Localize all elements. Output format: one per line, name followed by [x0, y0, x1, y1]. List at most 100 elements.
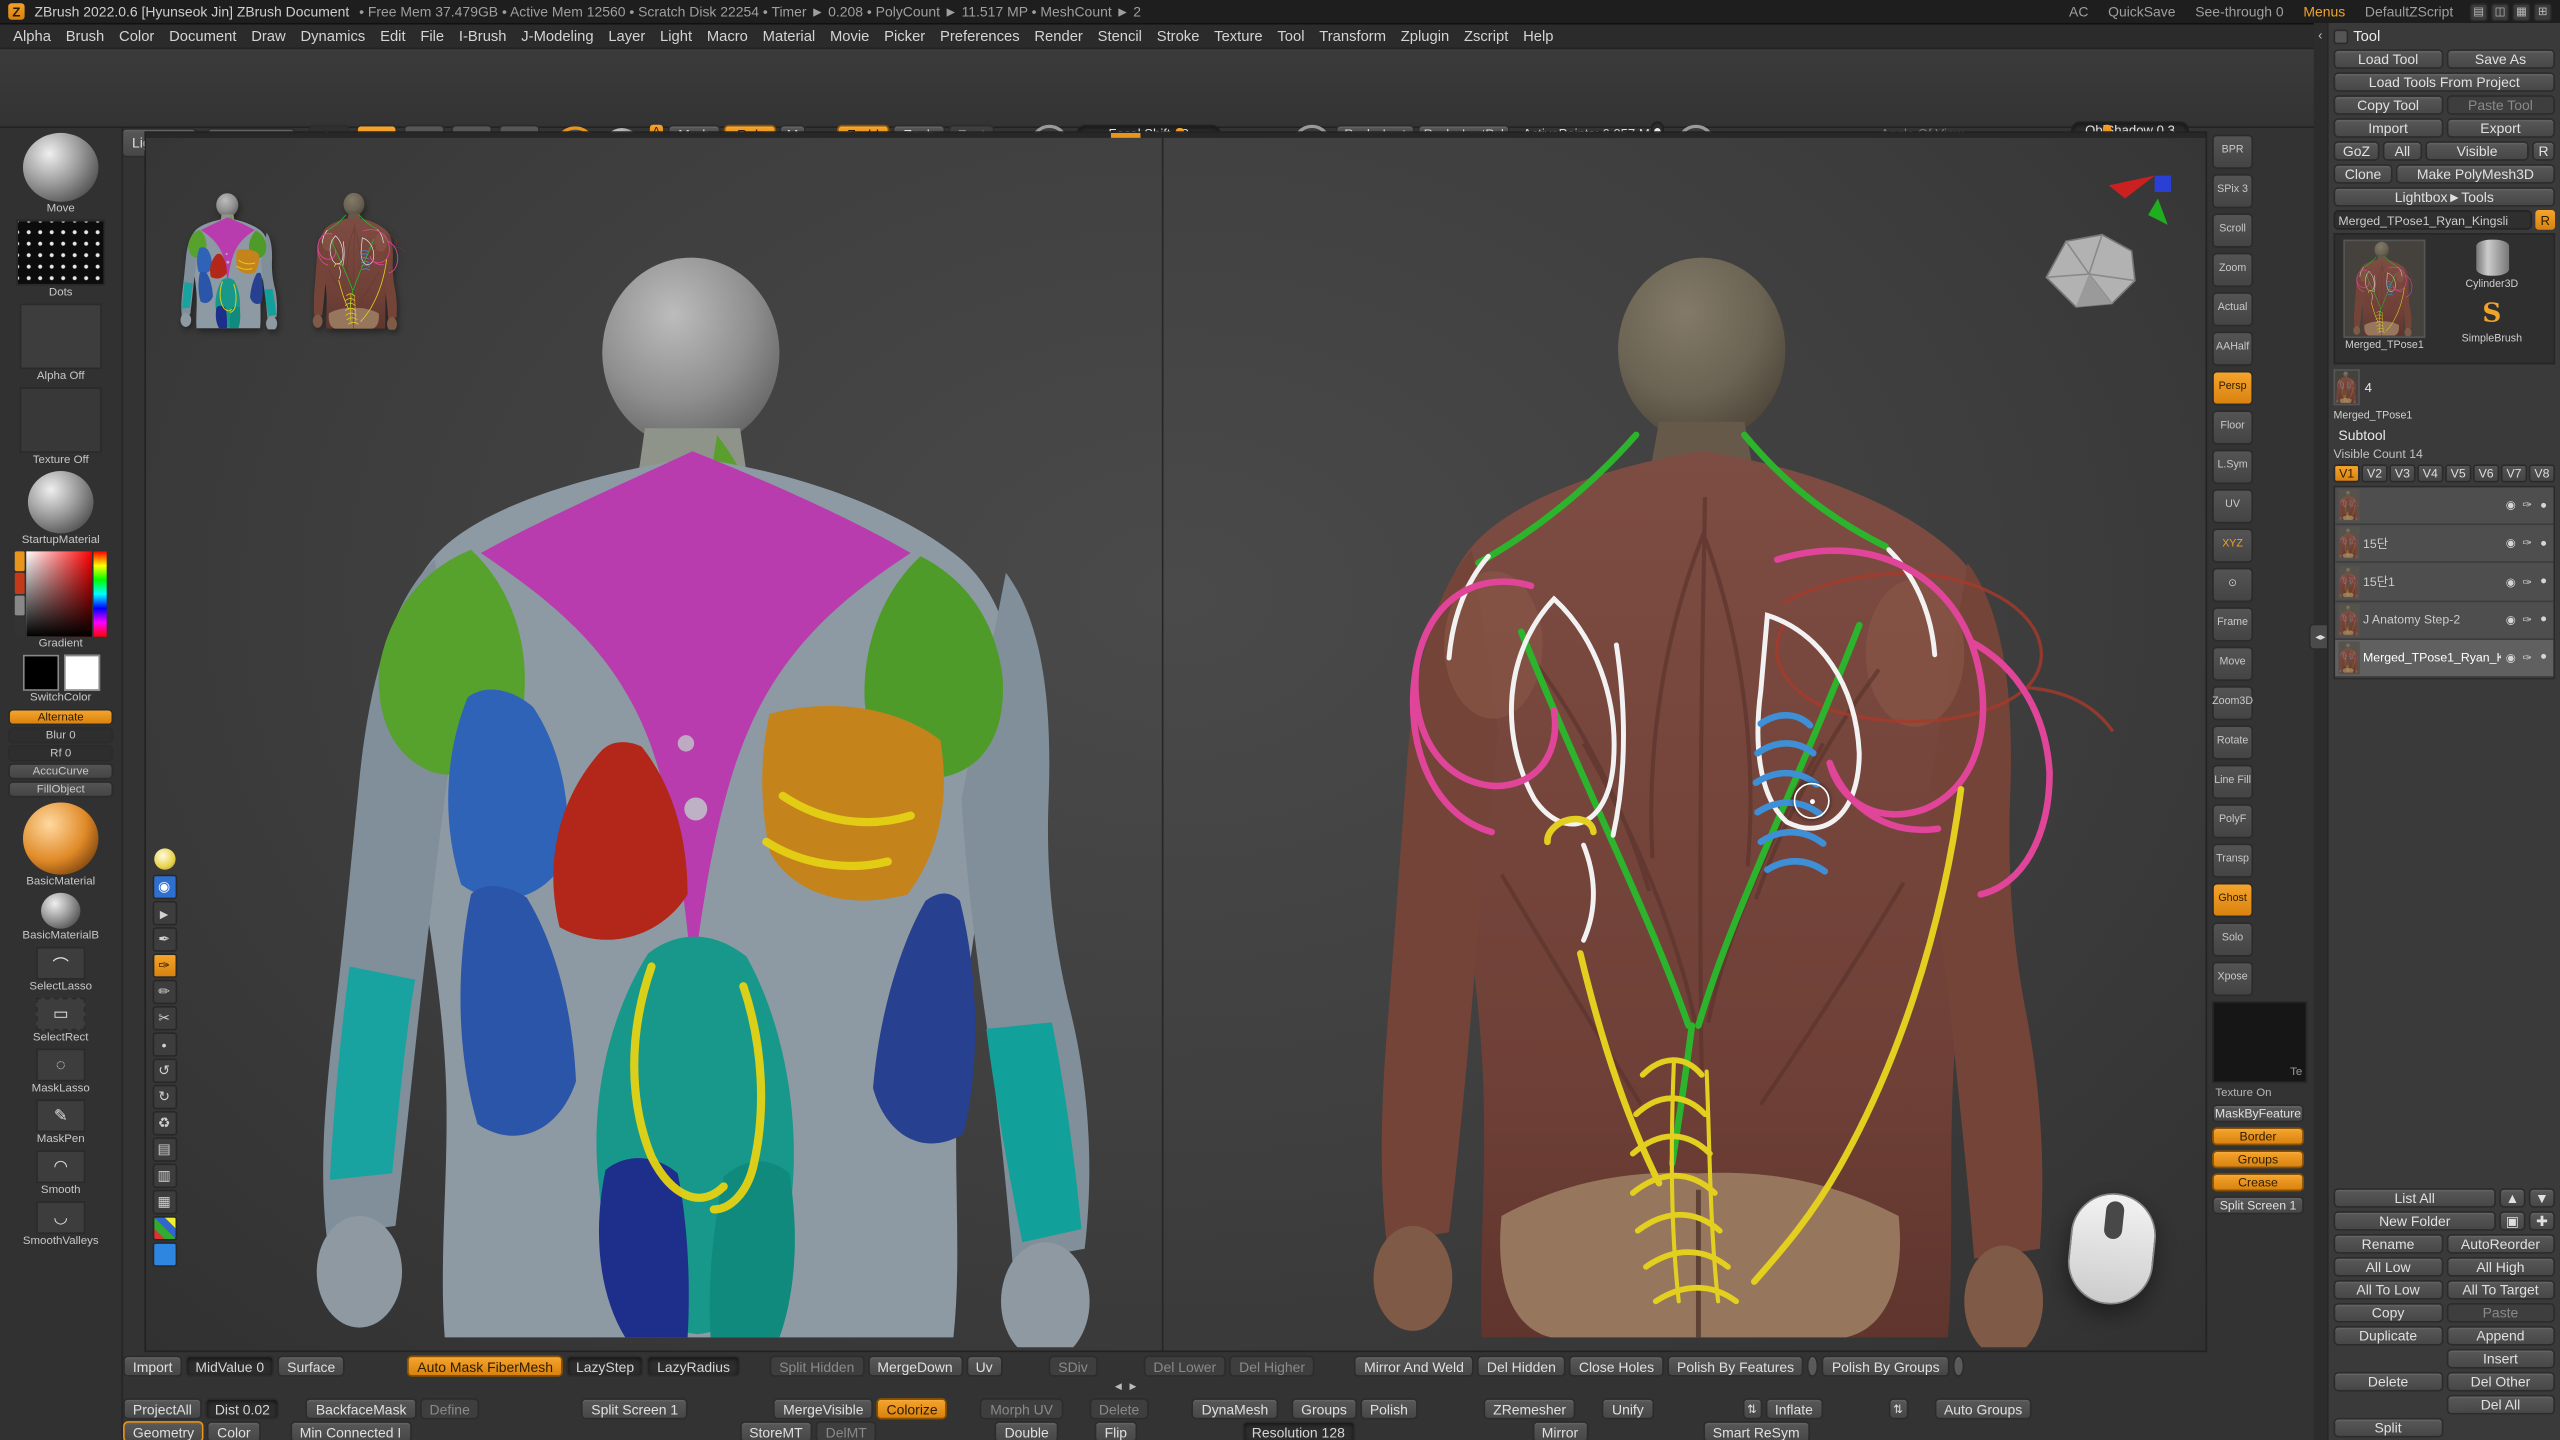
subtool-row[interactable]: ◉ ✑ ● — [2335, 487, 2553, 525]
bottom3-min-connected-i[interactable]: Min Connected I — [290, 1421, 411, 1440]
goz-all-button[interactable]: All — [2383, 141, 2422, 161]
titlebar-icon-3[interactable]: ▦ — [2512, 2, 2530, 20]
titlebar-icon-2[interactable]: ◫ — [2491, 2, 2509, 20]
color-picker[interactable] — [15, 551, 107, 636]
menu-item-layer[interactable]: Layer — [608, 28, 645, 44]
menu-item-tool[interactable]: Tool — [1277, 28, 1304, 44]
active-tool-thumbnail[interactable]: Merged_TPose1 — [2340, 240, 2429, 358]
alternate-button[interactable]: Alternate — [8, 709, 113, 725]
menu-item-j-modeling[interactable]: J-Modeling — [521, 28, 593, 44]
color-grid-swatch[interactable] — [152, 1216, 177, 1241]
bottom2-auto-groups[interactable]: Auto Groups — [1934, 1398, 2032, 1419]
eye-icon[interactable]: ◉ — [2504, 537, 2517, 550]
canvas-top-scrollbar[interactable] — [146, 133, 2205, 138]
quicksave-button[interactable]: QuickSave — [2102, 3, 2183, 19]
uv-button[interactable]: Uv — [966, 1355, 1003, 1376]
select-rect-icon[interactable]: ▭ — [36, 998, 85, 1031]
mirror-and-weld-button[interactable]: Mirror And Weld — [1354, 1355, 1473, 1376]
polyframe-button[interactable]: PolyF — [2212, 804, 2253, 838]
marker-button[interactable]: ✑ — [152, 953, 177, 978]
sculpt-toggle-icon[interactable]: ● — [2537, 652, 2550, 663]
make-polymesh3d-button[interactable]: Make PolyMesh3D — [2396, 164, 2555, 184]
subtool-button-del-all[interactable]: Del All — [2446, 1395, 2555, 1415]
texture-off-thumbnail[interactable] — [20, 387, 102, 453]
menu-item-texture[interactable]: Texture — [1214, 28, 1262, 44]
folder-icon-button[interactable]: ▣ — [2499, 1211, 2525, 1231]
subtool-row[interactable]: 15단 ◉ ✑ ● — [2335, 525, 2553, 563]
scroll-button[interactable]: Scroll — [2212, 213, 2253, 247]
basic-material-b-thumbnail[interactable] — [41, 893, 80, 929]
simplebrush-icon[interactable]: S — [2474, 294, 2510, 330]
subtool-up-button[interactable]: ▲ — [2499, 1188, 2525, 1208]
bottom2-[interactable]: ⇅ — [1742, 1398, 1761, 1419]
del-lower-button[interactable]: Del Lower — [1144, 1355, 1227, 1376]
subtool-button-paste[interactable]: Paste — [2446, 1303, 2555, 1323]
light-bulb-icon[interactable] — [153, 848, 174, 869]
aahalf-button[interactable]: AAHalf — [2212, 331, 2253, 365]
recent-tool-row[interactable]: 4 — [2334, 368, 2556, 407]
subtool-row[interactable]: J Anatomy Step-2 ◉ ✑ ● — [2335, 602, 2553, 640]
split-screen-button[interactable]: Split Screen 1 — [2212, 1196, 2304, 1214]
bottom2-inflate[interactable]: Inflate — [1765, 1398, 1823, 1419]
subtool-tab-v5[interactable]: V5 — [2445, 464, 2471, 482]
accucurve-button[interactable]: AccuCurve — [8, 763, 113, 779]
menu-item-material[interactable]: Material — [763, 28, 816, 44]
spix-slider[interactable]: SPix 3 — [2212, 174, 2253, 208]
knife-button[interactable]: ✂ — [152, 1006, 177, 1031]
polish-by-features-button[interactable]: Polish By Features — [1667, 1355, 1804, 1376]
transparency-button[interactable]: Transp — [2212, 843, 2253, 877]
bottom2-zremesher[interactable]: ZRemesher — [1483, 1398, 1576, 1419]
subtool-button-del-other[interactable]: Del Other — [2446, 1372, 2555, 1392]
polish-by-groups-button[interactable]: Polish By Groups — [1822, 1355, 1949, 1376]
bottom3-mirror[interactable]: Mirror — [1532, 1421, 1588, 1440]
import-button[interactable]: Import — [123, 1355, 182, 1376]
sculpt-toggle-icon[interactable]: ● — [2537, 576, 2550, 587]
groups-button[interactable]: Groups — [2212, 1150, 2304, 1168]
mask-by-feature-button[interactable]: MaskByFeature — [2212, 1104, 2304, 1122]
bottom2-backfacemask[interactable]: BackfaceMask — [306, 1398, 416, 1419]
subtool-button-delete[interactable]: Delete — [2334, 1372, 2443, 1392]
titlebar-icon-4[interactable]: ⊞ — [2534, 2, 2552, 20]
copy-tool-button[interactable]: Copy Tool — [2334, 95, 2443, 115]
see-through-slider[interactable]: See-through 0 — [2189, 3, 2291, 19]
subtool-tab-v8[interactable]: V8 — [2529, 464, 2555, 482]
lazyradius-slider[interactable]: LazyRadius — [647, 1355, 740, 1376]
crease-button[interactable]: Crease — [2212, 1173, 2304, 1191]
del-higher-button[interactable]: Del Higher — [1229, 1355, 1315, 1376]
ac-indicator[interactable]: AC — [2062, 3, 2095, 19]
smooth-brush-thumbnail[interactable]: ◠ — [36, 1150, 85, 1183]
visibility-eye-button[interactable]: ◉ — [152, 875, 177, 900]
subtool-button-all-high[interactable]: All High — [2446, 1257, 2555, 1277]
import-tool-button[interactable]: Import — [2334, 118, 2443, 138]
reference-thumbnail-ecorche[interactable] — [307, 192, 409, 330]
actual-button[interactable]: Actual — [2212, 292, 2253, 326]
pen-button[interactable]: ✒ — [152, 927, 177, 952]
menu-item-stroke[interactable]: Stroke — [1157, 28, 1200, 44]
subtool-button-all-low[interactable]: All Low — [2334, 1257, 2443, 1277]
lightbox-tools-button[interactable]: Lightbox►Tools — [2334, 187, 2556, 207]
goz-r-button[interactable]: R — [2532, 141, 2555, 161]
current-tool-r-badge[interactable]: R — [2535, 210, 2555, 230]
subtool-section-header[interactable]: Subtool — [2334, 425, 2556, 443]
bottom2-polish[interactable]: Polish — [1360, 1398, 1418, 1419]
paint-toggle-icon[interactable]: ✑ — [2521, 613, 2534, 626]
redo-button[interactable]: ↻ — [152, 1085, 177, 1110]
subtool-button-copy[interactable]: Copy — [2334, 1303, 2443, 1323]
subtool-button-insert[interactable]: Insert — [2446, 1349, 2555, 1369]
axis-orientation-widget[interactable] — [2109, 176, 2171, 235]
menu-item-zplugin[interactable]: Zplugin — [1401, 28, 1449, 44]
eye-icon[interactable]: ◉ — [2504, 499, 2517, 512]
midvalue-slider[interactable]: MidValue 0 — [186, 1355, 274, 1376]
menu-item-color[interactable]: Color — [119, 28, 154, 44]
eye-icon[interactable]: ◉ — [2504, 613, 2517, 626]
subtool-button-all-to-low[interactable]: All To Low — [2334, 1280, 2443, 1300]
menu-item-preferences[interactable]: Preferences — [940, 28, 1020, 44]
subtool-tab-v3[interactable]: V3 — [2389, 464, 2415, 482]
subtool-button-duplicate[interactable]: Duplicate — [2334, 1326, 2443, 1346]
clone-button[interactable]: Clone — [2334, 164, 2393, 184]
cursor-select-button[interactable]: ► — [152, 901, 177, 926]
rf-slider[interactable]: Rf 0 — [8, 745, 113, 761]
load-tools-from-project-button[interactable]: Load Tools From Project — [2334, 72, 2556, 92]
basic-material-thumbnail[interactable] — [23, 802, 98, 874]
select-lasso-icon[interactable]: ⌒ — [36, 947, 85, 980]
